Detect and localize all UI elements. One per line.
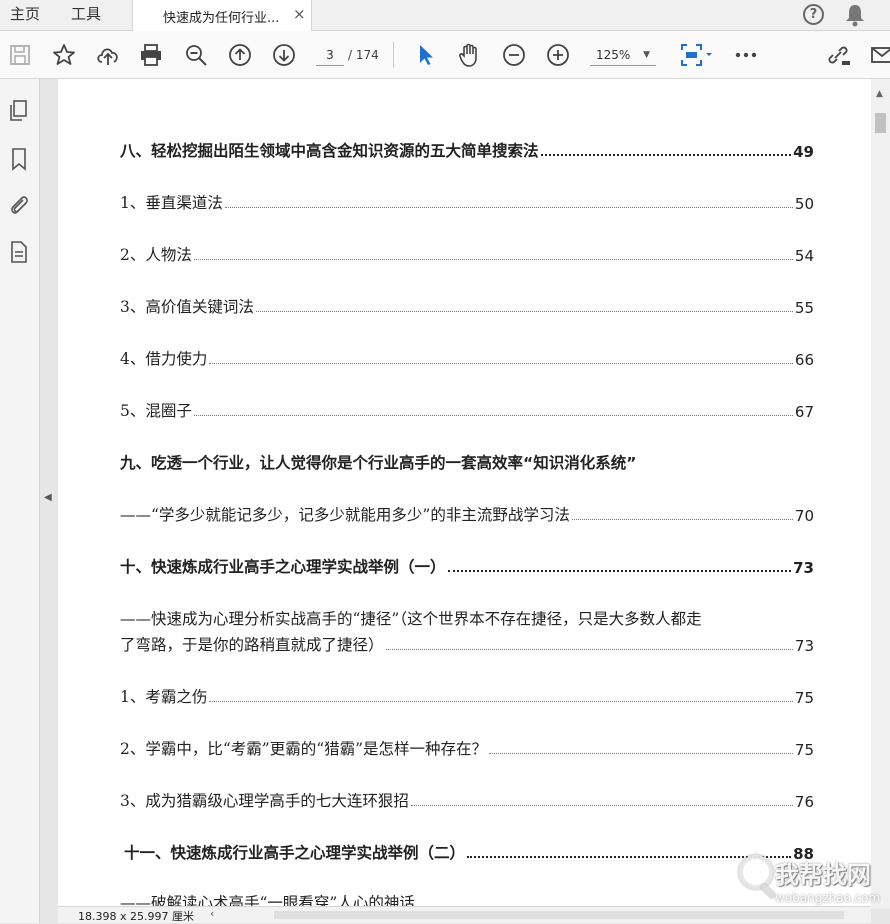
toc-entry-title: 2、人物法: [120, 246, 192, 264]
share-link-icon[interactable]: [824, 41, 852, 69]
toc-entry[interactable]: 十、快速炼成行业高手之心理学实战举例（一） 73: [120, 553, 814, 577]
zoom-out-search-icon[interactable]: [182, 41, 210, 69]
toc-entry[interactable]: 3、成为猎霸级心理学高手的七大连环狠招 76: [120, 787, 814, 811]
toc-heading[interactable]: 九、吃透一个行业，让人觉得你是个行业高手的一套高效率“知识消化系统”: [120, 451, 636, 473]
zoom-minus-icon[interactable]: [500, 41, 528, 69]
toc-leader-dots: [447, 570, 792, 572]
toc-entry-title: 1、考霸之伤: [120, 688, 208, 706]
toc-entry-page: 73: [794, 637, 814, 655]
toc-entry-title: 了弯路，于是你的路稍直就成了捷径）: [120, 636, 384, 654]
help-icon[interactable]: ?: [803, 4, 824, 25]
toc-entry[interactable]: 4、借力使力 66: [120, 345, 814, 369]
toc-entry[interactable]: 2、人物法 54: [120, 241, 814, 265]
panel-collapse-icon[interactable]: ◀: [44, 492, 52, 503]
save-icon[interactable]: [6, 41, 34, 69]
scroll-up-icon[interactable]: ▲: [876, 89, 883, 99]
toc-entry[interactable]: 十一、快速炼成行业高手之心理学实战举例（二） 88: [124, 839, 814, 863]
toc-leader-dots: [571, 519, 793, 520]
toc-entry-page: 75: [794, 741, 814, 759]
tab-bar: 主页 工具 快速成为任何行业... × ?: [0, 0, 890, 31]
print-icon[interactable]: [137, 41, 165, 69]
toc-entry-page: 50: [794, 195, 814, 213]
toc-entry-title: 5、混圈子: [120, 402, 192, 420]
close-tab-icon[interactable]: ×: [293, 5, 306, 23]
zoom-select[interactable]: 125% ▼: [590, 44, 656, 66]
watermark-text: 我帮找网: [775, 861, 871, 889]
toolbar-divider: [393, 42, 394, 68]
toc-leader-dots: [489, 753, 793, 754]
tab-document-title: 快速成为任何行业...: [163, 11, 280, 26]
zoom-plus-icon[interactable]: [544, 41, 572, 69]
toc-entry-title: 十、快速炼成行业高手之心理学实战举例（一）: [120, 558, 446, 576]
scroll-left-icon[interactable]: ‹: [210, 907, 214, 920]
toc-entry-title: 3、成为猎霸级心理学高手的七大连环狠招: [120, 792, 409, 810]
toc-entry[interactable]: 1、垂直渠道法 50: [120, 189, 814, 213]
page-number-input[interactable]: 3: [316, 44, 344, 66]
toc-entry-page: 54: [794, 247, 814, 265]
page-thumbnails-icon[interactable]: [7, 99, 31, 123]
page-down-icon[interactable]: [270, 41, 298, 69]
bookmark-icon[interactable]: [7, 147, 31, 171]
toc-entry[interactable]: ——“学多少就能记多少，记多少就能用多少”的非主流野战学习法 70: [120, 501, 814, 525]
select-cursor-icon[interactable]: [412, 41, 440, 69]
toc-entry-title: 十一、快速炼成行业高手之心理学实战举例（二）: [124, 844, 466, 862]
page-dimensions: 18.398 x 25.997 厘米: [78, 910, 194, 923]
toc-leader-dots: [385, 649, 793, 650]
fit-page-icon[interactable]: [676, 41, 716, 69]
toc-entry-page: 67: [794, 403, 814, 421]
cloud-upload-icon[interactable]: [94, 41, 122, 69]
toc-entry[interactable]: 八、轻松挖掘出陌生领域中高含金知识资源的五大简单搜索法 49: [120, 137, 814, 161]
magnifier-handle: [760, 883, 776, 899]
magnifier-logo-icon: [739, 855, 773, 889]
toc-entry-page: 73: [793, 559, 814, 577]
tab-document[interactable]: 快速成为任何行业... ×: [132, 0, 312, 31]
toc-leader-dots: [209, 701, 793, 702]
navigation-panel: [0, 79, 40, 923]
toc-entry[interactable]: 1、考霸之伤 75: [120, 683, 814, 707]
toc-entry-page: 49: [793, 143, 814, 161]
toc-entry-title: 1、垂直渠道法: [120, 194, 223, 212]
toc-entry-page: 76: [794, 793, 814, 811]
toc-leader-dots: [224, 207, 793, 208]
document-page: 八、轻松挖掘出陌生领域中高含金知识资源的五大简单搜索法 49 1、垂直渠道法 50 …: [58, 79, 871, 909]
toc-entry[interactable]: 5、混圈子 67: [120, 397, 814, 421]
toc-entry-page: 55: [794, 299, 814, 317]
hand-tool-icon[interactable]: [456, 41, 484, 69]
watermark: 我帮找网 wobangzhao.com: [735, 853, 885, 913]
tab-home[interactable]: 主页: [10, 0, 40, 30]
scrollbar-thumb[interactable]: [875, 113, 886, 133]
toc-entry[interactable]: 了弯路，于是你的路稍直就成了捷径） 73: [120, 631, 814, 655]
toc-entry-page: 75: [794, 689, 814, 707]
toc-entry-title: 2、学霸中，比“考霸”更霸的“猎霸”是怎样一种存在？: [120, 740, 488, 758]
mail-icon[interactable]: [868, 41, 890, 69]
tab-tools[interactable]: 工具: [71, 0, 101, 30]
attachment-icon[interactable]: [7, 193, 31, 217]
toc-leader-dots: [255, 311, 793, 312]
toc-subtitle-line[interactable]: ——快速成为心理分析实战高手的“捷径”（这个世界本不存在捷径，只是大多数人都走: [120, 607, 702, 629]
toc-entry-title: 八、轻松挖掘出陌生领域中高含金知识资源的五大简单搜索法: [120, 142, 539, 160]
toolbar: 3 / 174 125% ▼: [0, 31, 890, 79]
zoom-value: 125%: [596, 48, 631, 62]
toc-entry[interactable]: 3、高价值关键词法 55: [120, 293, 814, 317]
toc-entry-page: 70: [794, 507, 814, 525]
toc-entry-title: ——“学多少就能记多少，记多少就能用多少”的非主流野战学习法: [120, 506, 570, 524]
vertical-scrollbar[interactable]: ▲: [871, 79, 890, 909]
chevron-down-icon: ▼: [643, 50, 650, 60]
page-up-icon[interactable]: [226, 41, 254, 69]
document-properties-icon[interactable]: [7, 240, 31, 264]
toc-leader-dots: [540, 154, 792, 156]
toc-leader-dots: [209, 363, 793, 364]
bell-icon[interactable]: [844, 3, 866, 27]
toc-entry-title: 3、高价值关键词法: [120, 298, 254, 316]
toc-entry-title: 4、借力使力: [120, 350, 208, 368]
page-total: / 174: [348, 48, 379, 62]
toc-entry-page: 66: [794, 351, 814, 369]
toc-leader-dots: [193, 259, 793, 260]
toc-leader-dots: [193, 415, 793, 416]
star-icon[interactable]: [50, 41, 78, 69]
toc-entry[interactable]: 2、学霸中，比“考霸”更霸的“猎霸”是怎样一种存在？ 75: [120, 735, 814, 759]
watermark-url: wobangzhao.com: [775, 891, 881, 905]
toc-leader-dots: [410, 805, 793, 806]
more-icon[interactable]: [732, 41, 760, 69]
